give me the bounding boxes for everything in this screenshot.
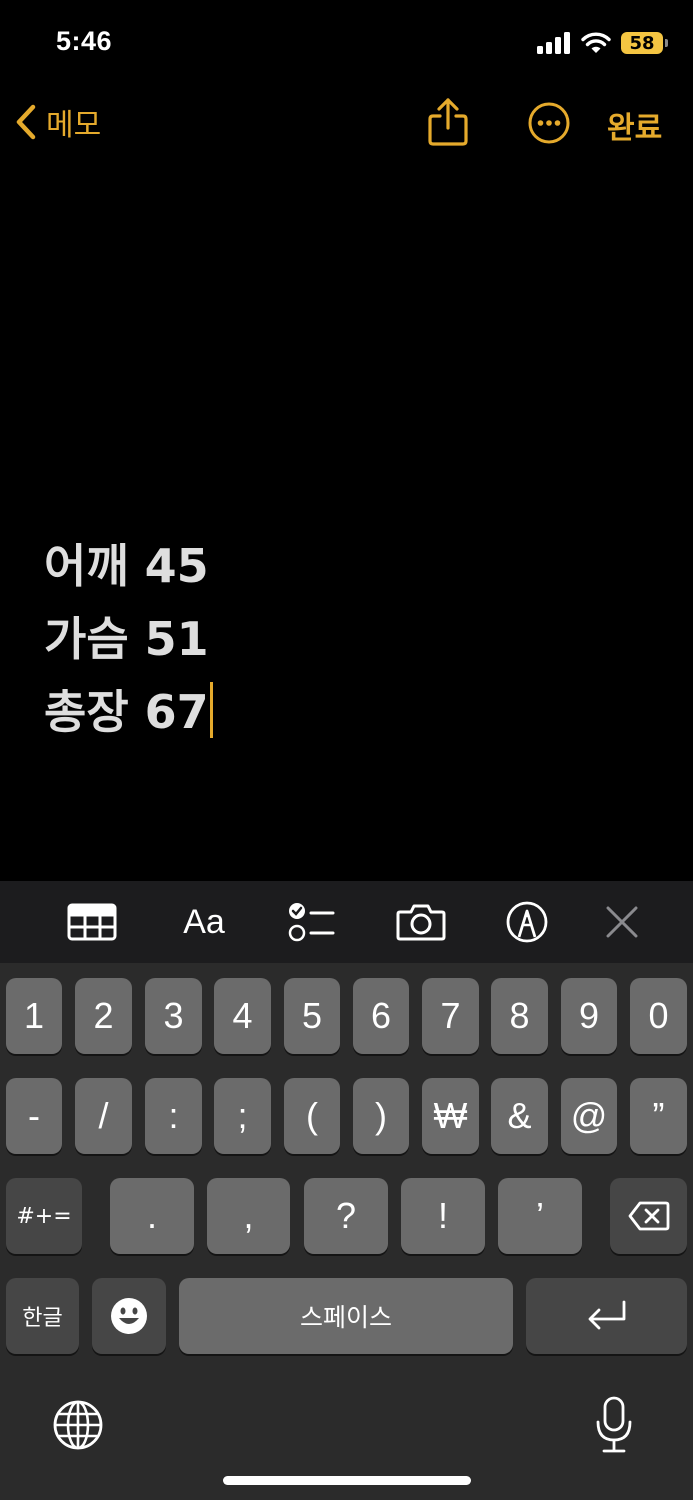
close-icon — [606, 906, 638, 938]
checklist-icon — [288, 903, 335, 942]
note-line: 어깨 45 — [44, 539, 209, 593]
key-semicolon[interactable]: ; — [214, 1078, 271, 1154]
more-icon[interactable] — [527, 101, 571, 145]
camera-icon — [396, 904, 446, 941]
key-question[interactable]: ? — [304, 1178, 388, 1254]
key-2[interactable]: 2 — [75, 978, 132, 1054]
key-1[interactable]: 1 — [6, 978, 62, 1054]
note-line: 총장 67 — [44, 676, 644, 749]
battery-icon: 58 — [621, 32, 668, 54]
return-key[interactable] — [526, 1278, 687, 1354]
format-icon: Aa — [183, 902, 225, 941]
key-6[interactable]: 6 — [353, 978, 409, 1054]
delete-icon — [628, 1201, 669, 1231]
chevron-left-icon — [16, 104, 36, 140]
text-caret — [209, 682, 213, 738]
emoji-key[interactable] — [92, 1278, 166, 1354]
key-won[interactable]: ₩ — [422, 1078, 479, 1154]
format-toolbar: Aa — [0, 881, 693, 963]
key-exclamation[interactable]: ! — [401, 1178, 485, 1254]
key-hyphen[interactable]: - — [6, 1078, 62, 1154]
camera-button[interactable] — [395, 899, 447, 945]
key-close-paren[interactable]: ) — [353, 1078, 409, 1154]
key-apostrophe[interactable]: ’ — [498, 1178, 582, 1254]
delete-key[interactable] — [610, 1178, 687, 1254]
space-key[interactable]: 스페이스 — [179, 1278, 513, 1354]
key-4[interactable]: 4 — [214, 978, 271, 1054]
key-0[interactable]: 0 — [630, 978, 687, 1054]
key-open-paren[interactable]: ( — [284, 1078, 340, 1154]
cellular-signal-icon — [537, 32, 570, 54]
battery-level: 58 — [629, 32, 655, 54]
share-icon[interactable] — [425, 96, 471, 148]
key-symbols[interactable]: #+= — [6, 1178, 82, 1254]
key-ampersand[interactable]: & — [491, 1078, 548, 1154]
key-comma[interactable]: , — [207, 1178, 290, 1254]
note-line: 가슴 51 — [44, 612, 209, 666]
note-editor[interactable]: 어깨 45 가슴 51 총장 67 — [44, 530, 644, 749]
key-period[interactable]: . — [110, 1178, 194, 1254]
microphone-icon[interactable] — [596, 1396, 632, 1454]
key-slash[interactable]: / — [75, 1078, 132, 1154]
close-toolbar-button[interactable] — [603, 899, 641, 945]
return-icon — [588, 1300, 625, 1330]
key-3[interactable]: 3 — [145, 978, 202, 1054]
status-time: 5:46 — [56, 26, 113, 56]
key-at[interactable]: @ — [561, 1078, 617, 1154]
emoji-icon — [111, 1298, 147, 1334]
markup-icon — [506, 901, 548, 943]
back-label: 메모 — [46, 108, 102, 143]
checklist-button[interactable] — [286, 899, 336, 945]
done-button[interactable]: 완료 — [607, 103, 662, 147]
key-colon[interactable]: : — [145, 1078, 202, 1154]
table-icon — [67, 903, 117, 941]
key-9[interactable]: 9 — [561, 978, 617, 1054]
back-button[interactable]: 메모 — [14, 100, 101, 144]
key-8[interactable]: 8 — [491, 978, 548, 1054]
key-quote[interactable]: ” — [630, 1078, 687, 1154]
key-5[interactable]: 5 — [284, 978, 340, 1054]
format-button[interactable]: Aa — [176, 899, 232, 945]
status-icons: 58 — [537, 30, 668, 56]
language-key[interactable]: 한글 — [6, 1278, 79, 1354]
wifi-icon — [581, 32, 611, 53]
markup-button[interactable] — [505, 899, 549, 945]
key-7[interactable]: 7 — [422, 978, 479, 1054]
globe-icon[interactable] — [52, 1399, 104, 1451]
table-button[interactable] — [66, 899, 118, 945]
home-indicator[interactable] — [223, 1476, 471, 1485]
